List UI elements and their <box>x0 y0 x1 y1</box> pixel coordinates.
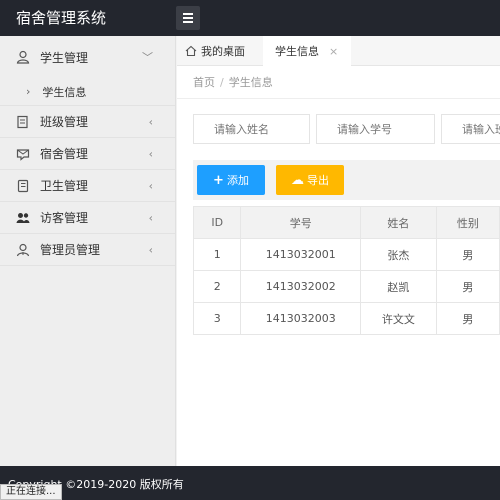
plus-icon: + <box>213 172 224 188</box>
hamburger-icon[interactable] <box>176 6 200 30</box>
divider <box>177 98 500 99</box>
cell-id: 3 <box>192 302 242 335</box>
class-search-input[interactable] <box>441 114 500 144</box>
home-icon <box>185 45 197 57</box>
tab-label: 我的桌面 <box>201 45 245 58</box>
column-header-id[interactable]: ID <box>192 206 242 239</box>
student-table: ID 学号 姓名 性别 1 1413032001 张杰 男 2 14130320… <box>192 206 500 335</box>
users-icon <box>16 212 30 223</box>
notebook-icon <box>17 179 29 192</box>
message-icon <box>16 148 30 161</box>
browser-status-bar: 正在连接... <box>0 484 62 500</box>
cell-gender: 男 <box>435 270 500 303</box>
chevron-left-icon: ‹ <box>148 179 153 192</box>
breadcrumb: 首页 / 学生信息 <box>193 74 273 90</box>
tab-home[interactable]: 我的桌面 <box>185 36 245 66</box>
column-header-name[interactable]: 姓名 <box>360 206 437 239</box>
close-icon[interactable]: × <box>329 45 338 58</box>
cloud-upload-icon: ☁ <box>291 172 304 188</box>
tab-label: 学生信息 <box>275 45 319 58</box>
add-button[interactable]: + 添加 <box>197 165 265 195</box>
cell-name: 赵凯 <box>360 270 437 303</box>
sidebar-item-label: 卫生管理 <box>40 179 89 193</box>
cell-student-number: 1413032002 <box>240 270 362 303</box>
cell-student-number: 1413032003 <box>240 302 362 335</box>
breadcrumb-separator: / <box>220 76 224 89</box>
admin-icon <box>16 243 30 256</box>
table-header-row: ID 学号 姓名 性别 <box>192 206 500 239</box>
breadcrumb-home[interactable]: 首页 <box>193 76 215 89</box>
table-row[interactable]: 3 1413032003 许文文 男 <box>192 302 500 335</box>
name-search-input[interactable] <box>193 114 310 144</box>
add-button-label: 添加 <box>226 174 249 187</box>
user-icon <box>16 50 30 64</box>
sidebar-item-label: 访客管理 <box>40 211 89 225</box>
sidebar-item-student-management[interactable]: 学生管理 ﹀ <box>0 36 175 78</box>
export-button-label: 导出 <box>307 174 329 187</box>
chevron-left-icon: ‹ <box>148 243 153 256</box>
export-button[interactable]: ☁ 导出 <box>276 165 344 195</box>
footer: Copyright ©2019-2020 版权所有 <box>0 466 500 500</box>
top-header: 宿舍管理系统 <box>0 0 500 36</box>
sidebar-item-hygiene-management[interactable]: 卫生管理 ‹ <box>0 170 175 202</box>
sidebar-item-visitor-management[interactable]: 访客管理 ‹ <box>0 202 175 234</box>
cell-gender: 男 <box>435 238 500 271</box>
tab-student-info[interactable]: 学生信息 × <box>263 36 351 66</box>
cell-id: 1 <box>192 238 242 271</box>
cell-name: 许文文 <box>360 302 437 335</box>
tab-bar: 我的桌面 学生信息 × <box>177 36 500 66</box>
sidebar: 学生管理 ﹀ › 学生信息 班级管理 ‹ 宿舍管理 ‹ 卫生管理 ‹ 访客管理 … <box>0 36 176 466</box>
chevron-left-icon: ‹ <box>148 211 153 224</box>
sidebar-subitem-label: 学生信息 <box>42 85 87 99</box>
sidebar-item-label: 学生管理 <box>40 50 89 65</box>
chevron-right-icon: › <box>26 85 31 98</box>
sidebar-item-label: 宿舍管理 <box>40 147 89 161</box>
cell-id: 2 <box>192 270 242 303</box>
cell-gender: 男 <box>435 302 500 335</box>
table-row[interactable]: 2 1413032002 赵凯 男 <box>192 270 500 303</box>
app-title: 宿舍管理系统 <box>16 9 107 27</box>
chevron-left-icon: ‹ <box>148 115 153 128</box>
sidebar-subitem-student-info[interactable]: › 学生信息 <box>0 78 175 106</box>
table-row[interactable]: 1 1413032001 张杰 男 <box>192 238 500 271</box>
sidebar-item-label: 管理员管理 <box>40 243 101 257</box>
sidebar-item-admin-management[interactable]: 管理员管理 ‹ <box>0 234 175 266</box>
main-content: 首页 / 学生信息 + 添加 ☁ 导出 ID 学号 姓名 性别 1 14130320… <box>177 66 500 466</box>
cell-name: 张杰 <box>360 238 437 271</box>
document-icon <box>17 115 28 128</box>
column-header-gender[interactable]: 性别 <box>435 206 500 239</box>
sidebar-item-label: 班级管理 <box>40 115 89 129</box>
chevron-left-icon: ‹ <box>148 147 153 160</box>
chevron-down-icon: ﹀ <box>142 51 153 64</box>
student-number-search-input[interactable] <box>316 114 435 144</box>
sidebar-item-dorm-management[interactable]: 宿舍管理 ‹ <box>0 138 175 170</box>
column-header-student-number[interactable]: 学号 <box>240 206 362 239</box>
breadcrumb-current: 学生信息 <box>228 76 273 89</box>
cell-student-number: 1413032001 <box>240 238 362 271</box>
sidebar-item-class-management[interactable]: 班级管理 ‹ <box>0 106 175 138</box>
